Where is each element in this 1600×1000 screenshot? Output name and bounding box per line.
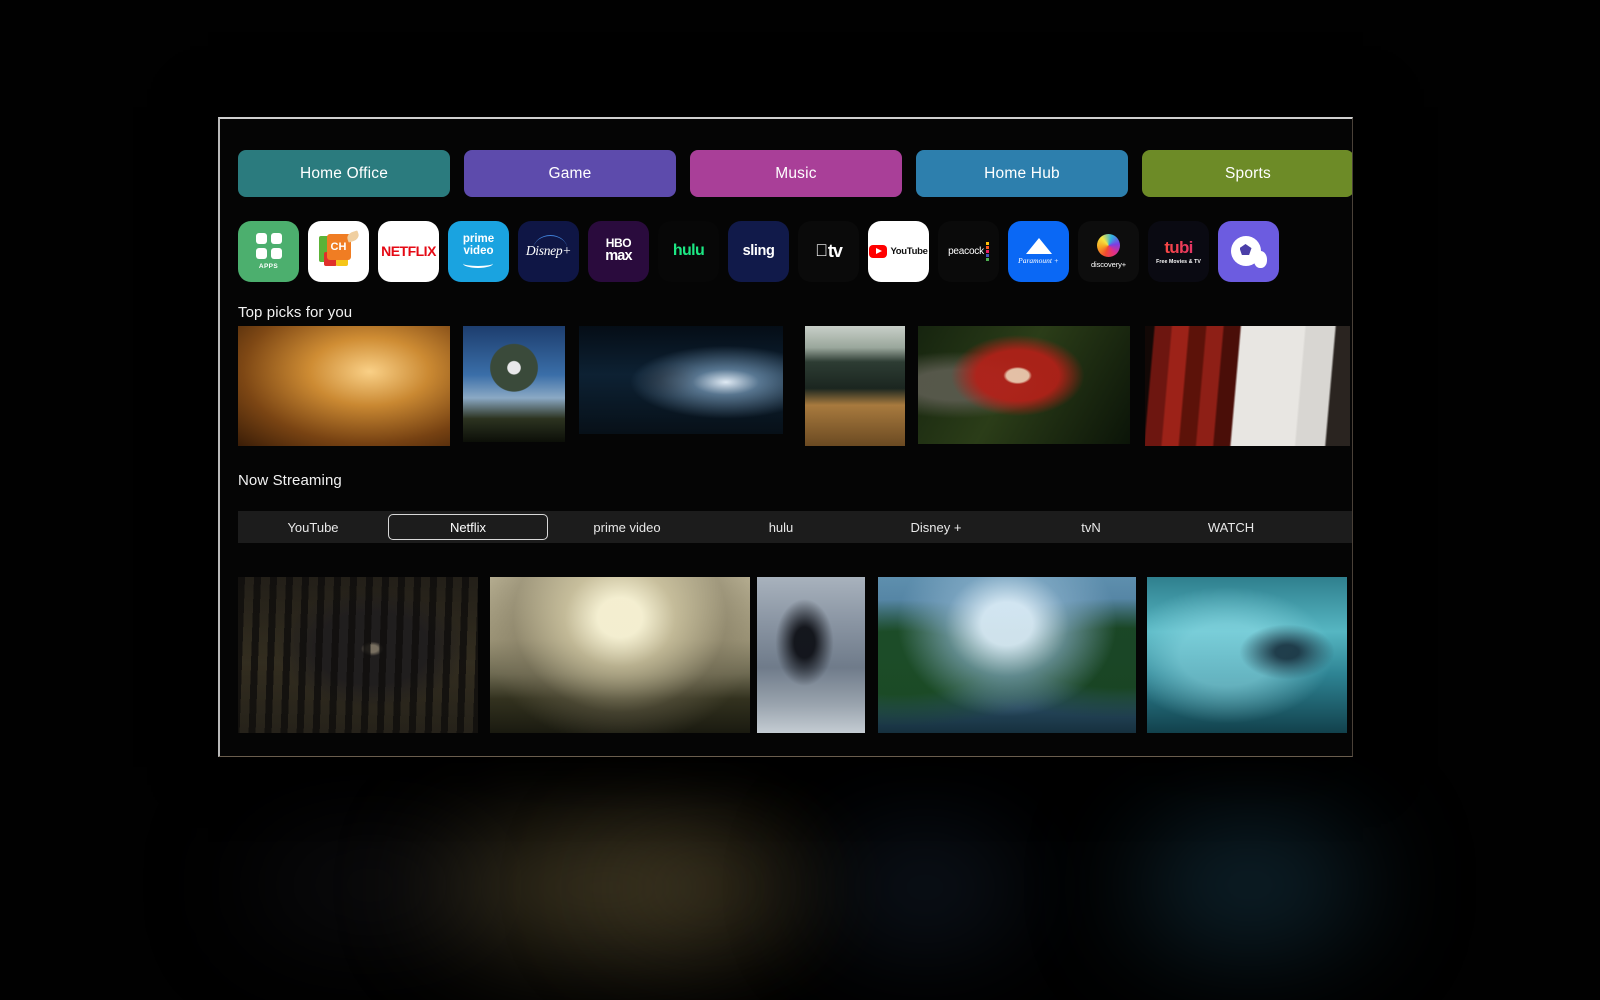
paramount-plus-wordmark: Paramount + [1018,237,1059,265]
top-picks-row [238,326,1350,446]
top-picks-title: Top picks for you [238,304,353,321]
category-button-home-office[interactable]: Home Office [238,150,450,197]
tab-netflix[interactable]: Netflix [388,514,548,540]
reflection-glow-amber-2 [600,845,820,930]
app-tile-hulu[interactable]: hulu [658,220,719,282]
poster-artwork [1145,326,1350,446]
reflection-glow-dark [250,845,490,925]
category-button-home-hub[interactable]: Home Hub [916,150,1128,197]
hulu-wordmark: hulu [672,242,705,259]
hooded-reaper-poster[interactable] [757,577,865,733]
tubi-wordmark: tubi Free Movies & TV [1156,237,1201,265]
poster-artwork [918,326,1130,444]
app-tile-prime-video[interactable]: prime video [448,220,509,282]
tab-label: Netflix [449,519,487,535]
tv-screen: Home Office Game Music Home Hub Sports APPS … [220,119,1352,756]
poster-artwork [1147,577,1347,733]
reflection-glow-teal [1135,825,1365,945]
app-tile-sports-app[interactable] [1218,220,1279,282]
poster-artwork [757,577,865,733]
category-button-game[interactable]: Game [464,150,676,197]
blue-mist-woman-poster[interactable] [1147,577,1347,733]
poster-artwork [579,326,783,434]
stone-bridge-gorge-poster[interactable] [878,577,1136,733]
soccer-ball-glyph [1230,234,1267,268]
red-riding-hood-poster[interactable] [918,326,1130,444]
tab-label: prime video [593,519,661,535]
dark-forest-woman-poster[interactable] [238,577,478,733]
tv-bezel: Home Office Game Music Home Hub Sports APPS … [218,117,1353,757]
theater-curtain-poster[interactable] [1145,326,1350,446]
now-streaming-tabbar: YouTube Netflix prime video hulu Disney + tvN… [238,511,1352,543]
desert-warriors-poster[interactable] [238,326,450,446]
poster-artwork [238,577,478,733]
poster-artwork [805,326,905,446]
app-tile-youtube[interactable]: YouTube [868,220,929,282]
category-button-label: Game [548,164,592,182]
tab-youtube[interactable]: YouTube [238,514,388,540]
app-tile-hbo-max[interactable]: HBO max [588,220,649,282]
horseman-sunrise-poster[interactable] [490,577,750,733]
app-tile-disney[interactable]: Disnep+ [518,220,579,282]
app-tile-netflix[interactable]: NETFLIX [378,220,439,282]
poster-artwork [878,577,1136,733]
tab-hulu[interactable]: hulu [706,514,856,540]
app-tile-paramount[interactable]: Paramount + [1008,220,1069,282]
app-tile-peacock[interactable]: peacock [938,220,999,282]
poster-artwork [238,326,450,446]
app-tile-discovery[interactable]: discovery+ [1078,220,1139,282]
netflix-wordmark: NETFLIX [381,243,436,259]
category-button-sports[interactable]: Sports [1142,150,1352,197]
reflection-glow-blue [830,840,1020,935]
category-button-music[interactable]: Music [690,150,902,197]
app-tile-apple-tv[interactable]: tv [798,220,859,282]
app-tile-sling[interactable]: sling [728,220,789,282]
app-tile-apps[interactable]: APPS [238,220,299,282]
tab-watch[interactable]: WATCH [1166,514,1296,540]
prime-video-wordmark: prime video [463,233,494,269]
app-launcher-row: APPS CH NETFLIX prime video Disnep+ HBO max… [238,216,1279,286]
channel-ch-glyph: CH [318,230,360,270]
apps-icon-label: APPS [258,262,279,270]
youtube-wordmark: YouTube [869,244,928,258]
category-button-label: Music [775,164,817,182]
tab-label: YouTube [287,519,339,535]
tab-label: WATCH [1207,519,1255,535]
poster-artwork [490,577,750,733]
category-button-row: Home Office Game Music Home Hub Sports [238,150,1352,197]
sling-wordmark: sling [742,243,775,259]
peacock-wordmark: peacock [948,241,989,261]
tab-label: Disney + [910,519,962,535]
tab-label: hulu [768,519,794,535]
disney-arc-glyph [532,234,567,249]
app-tile-channels[interactable]: CH [308,220,369,282]
apps-grid-glyph [255,232,282,259]
forest-maze-poster[interactable] [805,326,905,446]
tv-scene: Home Office Game Music Home Hub Sports APPS … [0,0,1600,1000]
app-tile-tubi[interactable]: tubi Free Movies & TV [1148,220,1209,282]
tab-tvn[interactable]: tvN [1016,514,1166,540]
tab-prime-video[interactable]: prime video [548,514,706,540]
now-streaming-row [238,577,1347,733]
category-button-label: Sports [1225,164,1271,182]
hbo-max-wordmark: HBO max [605,236,632,264]
tab-disney[interactable]: Disney + [856,514,1016,540]
category-button-label: Home Office [299,164,389,182]
foggy-road-figure-poster[interactable] [579,326,783,434]
poster-artwork [463,326,565,442]
apple-tv-wordmark: tv [815,240,843,261]
category-button-label: Home Hub [984,164,1060,182]
tab-label: tvN [1081,519,1101,535]
discovery-plus-wordmark: discovery+ [1091,233,1126,269]
reflection-glow-amber [440,835,770,940]
astronaut-helmet-poster[interactable] [463,326,565,442]
now-streaming-title: Now Streaming [238,472,342,489]
